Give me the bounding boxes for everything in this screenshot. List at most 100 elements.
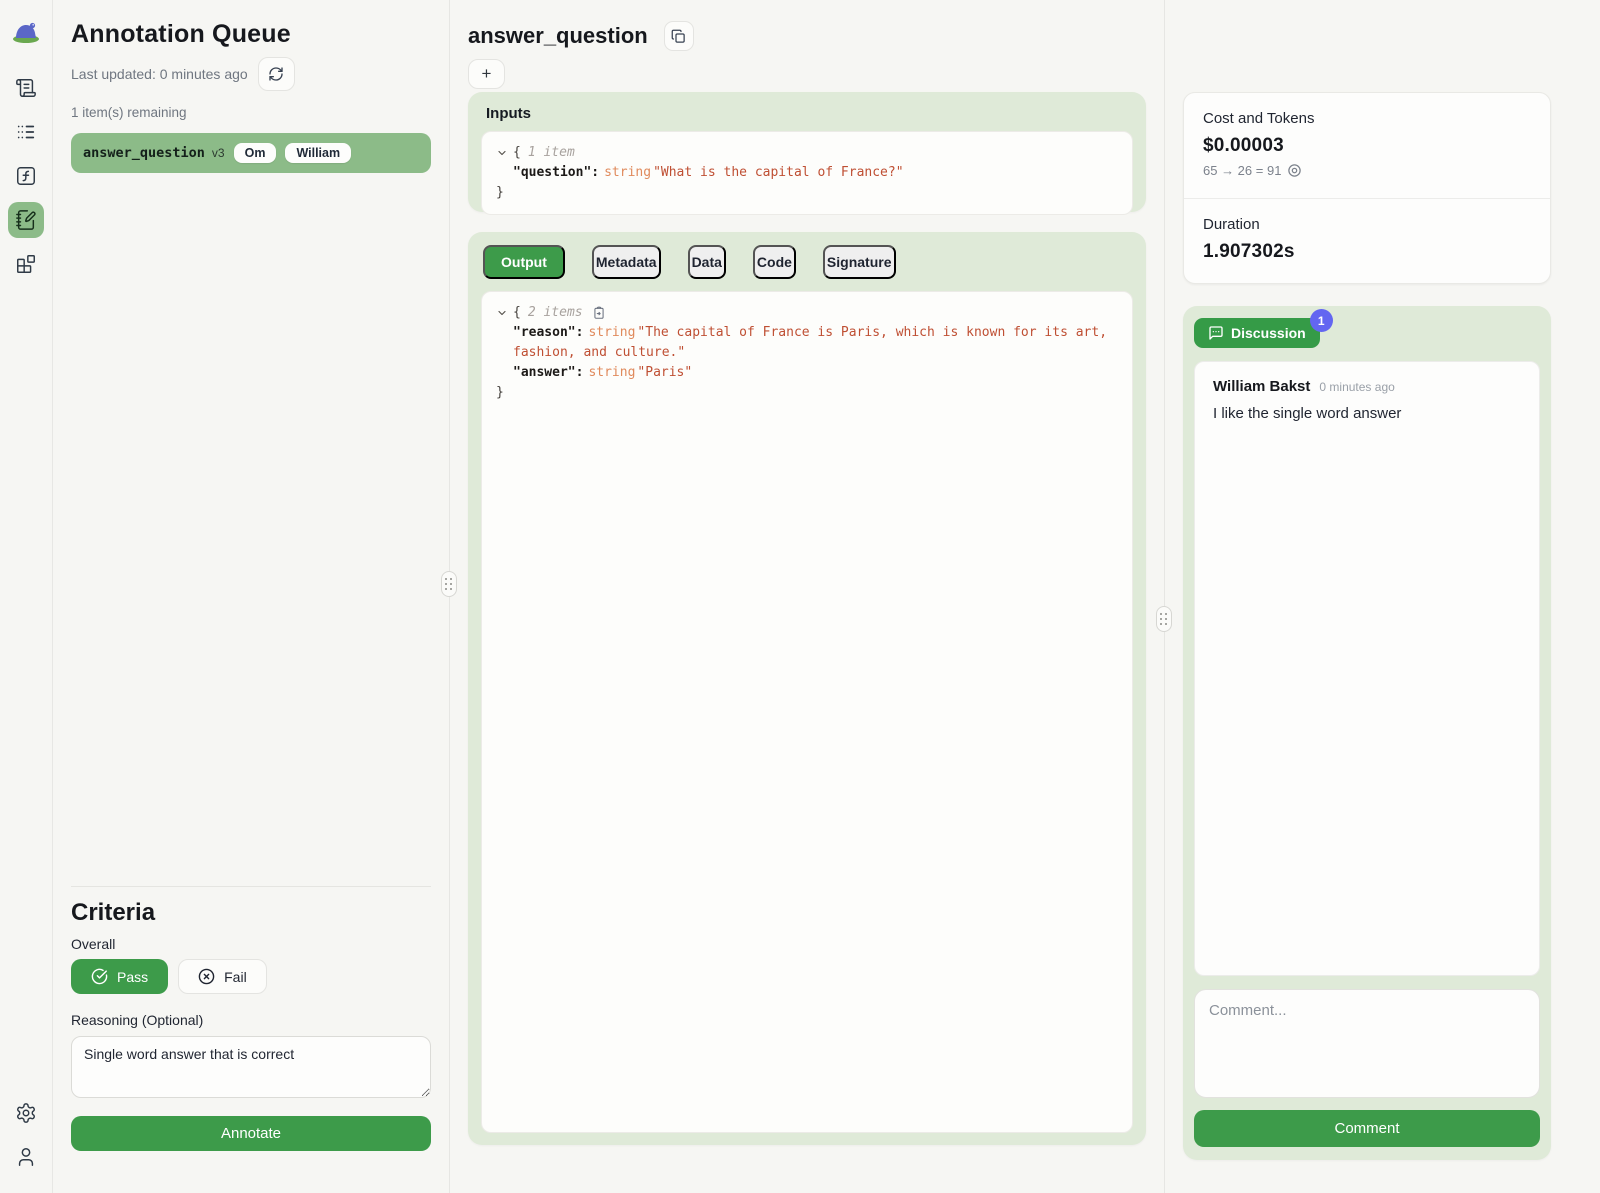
json-close-brace: }	[496, 383, 1118, 403]
duration-section: Duration 1.907302s	[1184, 198, 1550, 283]
assignee-chip: Om	[234, 143, 277, 163]
annotation-queue-panel: Annotation Queue Last updated: 0 minutes…	[53, 0, 449, 1193]
sidebar-item-playground[interactable]	[8, 246, 44, 282]
json-key: question	[513, 165, 599, 180]
tab-data[interactable]: Data	[688, 245, 726, 279]
message-square-icon	[1208, 325, 1224, 341]
queue-item-answer-question[interactable]: answer_question v3 Om William	[71, 133, 431, 173]
right-splitter-grip[interactable]	[1156, 606, 1172, 632]
inputs-label: Inputs	[486, 105, 1133, 122]
info-panel: Cost and Tokens $0.00003 65 → 26 = 91 Du…	[1165, 0, 1600, 1193]
copy-trace-button[interactable]	[664, 21, 694, 51]
sidebar-item-annotations[interactable]	[8, 202, 44, 238]
discussion-label: Discussion	[1231, 325, 1306, 341]
tab-signature[interactable]: Signature	[823, 245, 896, 279]
json-key: reason	[513, 325, 583, 340]
circle-x-icon	[198, 968, 215, 985]
sidebar-item-traces[interactable]	[8, 70, 44, 106]
criteria-title: Criteria	[71, 899, 431, 927]
scroll-text-icon	[15, 77, 37, 99]
reasoning-textarea[interactable]: Single word answer that is correct	[71, 1036, 431, 1098]
blocks-icon	[15, 253, 37, 275]
discussion-card: Discussion 1 William Bakst 0 minutes ago…	[1183, 306, 1551, 1160]
criteria-divider	[71, 886, 431, 887]
left-splitter-grip[interactable]	[441, 571, 457, 597]
json-row: answer stringParis	[496, 363, 1118, 383]
comment-input[interactable]	[1194, 989, 1540, 1098]
user-account-button[interactable]	[8, 1139, 44, 1175]
trace-detail-panel: answer_question + Inputs { 1 item questi…	[450, 0, 1164, 1193]
metrics-card: Cost and Tokens $0.00003 65 → 26 = 91 Du…	[1183, 92, 1551, 284]
cost-tokens-label: Cost and Tokens	[1203, 110, 1531, 127]
criteria-section: Criteria Overall Pass Fail Reasoning (Op…	[71, 886, 431, 1151]
comment-author: William Bakst	[1213, 378, 1310, 395]
gear-icon	[15, 1102, 37, 1124]
pass-label: Pass	[117, 969, 148, 985]
tab-output[interactable]: Output	[483, 245, 565, 279]
annotate-button[interactable]: Annotate	[71, 1116, 431, 1151]
target-icon	[1287, 163, 1302, 178]
queue-item-name: answer_question	[83, 145, 205, 161]
last-updated-text: Last updated: 0 minutes ago	[71, 66, 248, 82]
discussion-thread: William Bakst 0 minutes ago I like the s…	[1194, 361, 1540, 976]
sidebar-item-functions[interactable]	[8, 158, 44, 194]
assignee-chip: William	[285, 143, 351, 163]
json-value: What is the capital of France?	[653, 165, 903, 180]
fail-label: Fail	[224, 969, 247, 985]
copy-icon	[671, 29, 686, 44]
json-open-brace: {	[513, 143, 521, 163]
settings-button[interactable]	[8, 1095, 44, 1131]
left-panel-splitter	[449, 0, 450, 1193]
inputs-json-viewer: { 1 item question stringWhat is the capit…	[481, 131, 1133, 215]
inputs-card: Inputs { 1 item question stringWhat is th…	[468, 92, 1146, 212]
json-row: question stringWhat is the capital of Fra…	[496, 163, 1118, 183]
json-close-brace: }	[496, 183, 1118, 203]
json-type: string	[604, 165, 651, 180]
json-open-brace: {	[513, 303, 521, 323]
pass-button[interactable]: Pass	[71, 959, 168, 994]
notebook-pen-icon	[15, 209, 37, 231]
tab-code[interactable]: Code	[753, 245, 796, 279]
cost-value: $0.00003	[1203, 135, 1531, 157]
chevron-down-icon[interactable]	[496, 307, 508, 319]
comment-submit-button[interactable]: Comment	[1194, 1110, 1540, 1147]
comment-item: William Bakst 0 minutes ago I like the s…	[1213, 378, 1521, 422]
duration-value: 1.907302s	[1203, 241, 1531, 263]
comment-timestamp: 0 minutes ago	[1319, 380, 1394, 394]
refresh-icon	[268, 66, 284, 82]
discussion-toggle-button[interactable]: Discussion 1	[1194, 318, 1320, 348]
output-card: Output Metadata Data Code Signature { 2 …	[468, 232, 1146, 1145]
reasoning-label: Reasoning (Optional)	[71, 1012, 431, 1028]
queue-item-version: v3	[212, 146, 225, 160]
trace-tabs: Output Metadata Data Code Signature	[483, 245, 1133, 279]
add-panel-button[interactable]: +	[468, 59, 505, 89]
json-value: Paris	[637, 365, 692, 380]
sidebar-item-list[interactable]	[8, 114, 44, 150]
json-key: answer	[513, 365, 583, 380]
json-type: string	[588, 365, 635, 380]
trace-title: answer_question	[468, 23, 648, 49]
tab-metadata[interactable]: Metadata	[592, 245, 661, 279]
list-rows-icon	[15, 121, 37, 143]
refresh-button[interactable]	[258, 57, 295, 91]
discussion-count-badge: 1	[1310, 309, 1333, 332]
json-item-count: 1 item	[528, 143, 575, 163]
tokens-value: 65 → 26 = 91	[1203, 163, 1281, 178]
icon-rail	[0, 0, 53, 1193]
lilypad-frog-logo	[9, 14, 43, 44]
circle-check-icon	[91, 968, 108, 985]
comment-text: I like the single word answer	[1213, 405, 1521, 422]
items-remaining-text: 1 item(s) remaining	[71, 105, 431, 120]
json-row: reasonstringThe capital of France is Par…	[496, 323, 1118, 363]
queue-title: Annotation Queue	[71, 20, 431, 49]
chevron-down-icon[interactable]	[496, 147, 508, 159]
cost-tokens-section: Cost and Tokens $0.00003 65 → 26 = 91	[1184, 93, 1550, 198]
clipboard-copy-icon[interactable]	[592, 306, 606, 320]
right-panel-splitter	[1164, 0, 1165, 1193]
json-item-count: 2 items	[528, 303, 583, 323]
overall-label: Overall	[71, 936, 431, 952]
fail-button[interactable]: Fail	[178, 959, 267, 994]
json-type: string	[588, 325, 635, 340]
output-json-viewer: { 2 items reasonstringThe capital of Fra…	[481, 291, 1133, 1133]
duration-label: Duration	[1203, 216, 1531, 233]
